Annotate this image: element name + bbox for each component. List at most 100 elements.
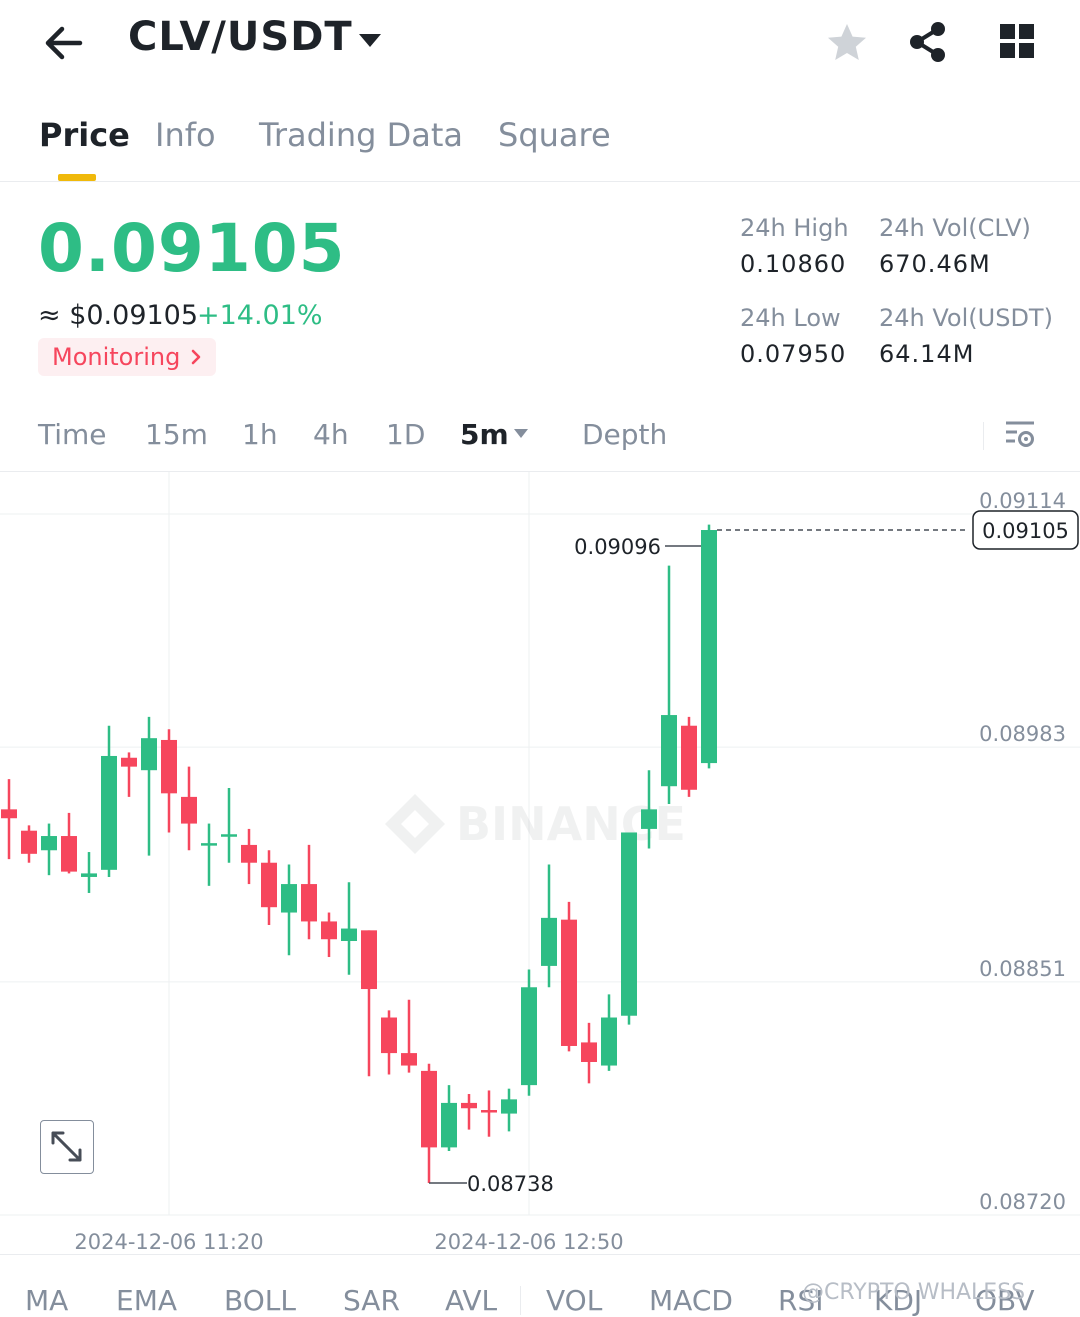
- divider: [983, 422, 984, 450]
- monitoring-tag[interactable]: Monitoring: [38, 338, 217, 376]
- stat-vol-quote-label: 24h Vol(USDT): [879, 304, 1053, 332]
- candle: [501, 1088, 517, 1132]
- candle-body: [281, 884, 297, 913]
- last-price: 0.09105: [38, 210, 346, 287]
- stat-low-value: 0.07950: [740, 340, 847, 368]
- expand-chart-button[interactable]: [40, 1120, 94, 1174]
- grid-icon[interactable]: [998, 22, 1036, 60]
- candle-body: [261, 862, 277, 908]
- interval-1h[interactable]: 1h: [242, 418, 278, 451]
- candle-body: [141, 738, 157, 771]
- min-price-label: 0.08738: [467, 1172, 554, 1196]
- monitoring-label: Monitoring: [52, 343, 181, 371]
- star-icon[interactable]: [826, 22, 868, 64]
- candlestick-chart[interactable]: BINANCE 0.091050.090960.08738 0.091140.0…: [0, 472, 1080, 1254]
- candle-body: [81, 873, 97, 877]
- stat-vol-base-label: 24h Vol(CLV): [879, 214, 1031, 242]
- candle-body: [201, 843, 217, 846]
- candle: [161, 729, 177, 833]
- interval-4h[interactable]: 4h: [313, 418, 349, 451]
- candle-body: [661, 715, 677, 787]
- candle: [481, 1090, 497, 1137]
- indicator-boll[interactable]: BOLL: [224, 1284, 296, 1317]
- indicator-macd[interactable]: MACD: [649, 1284, 733, 1317]
- candle-body: [241, 844, 257, 863]
- interval-depth[interactable]: Depth: [582, 418, 667, 451]
- indicator-ma[interactable]: MA: [25, 1284, 68, 1317]
- current-price-label: 0.09105: [982, 519, 1069, 543]
- candle-body: [421, 1070, 437, 1148]
- candle-body: [701, 530, 717, 764]
- candle-body: [461, 1102, 477, 1109]
- x-axis: 2024-12-06 11:20 2024-12-06 12:50: [74, 1230, 623, 1254]
- candle-body: [521, 987, 537, 1086]
- indicator-avl[interactable]: AVL: [445, 1284, 497, 1317]
- indicator-ema[interactable]: EMA: [116, 1284, 177, 1317]
- candle-body: [601, 1017, 617, 1066]
- y-axis: 0.09114 0.08983 0.08851 0.08720: [979, 489, 1066, 1214]
- interval-1d[interactable]: 1D: [386, 418, 425, 451]
- indicator-vol[interactable]: VOL: [546, 1284, 602, 1317]
- candle-body: [61, 836, 77, 872]
- candle-body: [441, 1102, 457, 1148]
- candle: [361, 930, 377, 1077]
- candle-body: [501, 1099, 517, 1114]
- candle: [81, 852, 97, 893]
- candle: [441, 1085, 457, 1151]
- candle-body: [321, 921, 337, 940]
- candle-body: [161, 739, 177, 794]
- candle: [681, 716, 697, 797]
- candle-body: [681, 725, 697, 790]
- candle-body: [301, 884, 317, 922]
- candle: [221, 787, 237, 863]
- stat-high-value: 0.10860: [740, 250, 847, 278]
- candle: [101, 725, 117, 877]
- watermark-handle: @CRYPTO WHALESS: [802, 1280, 1026, 1305]
- candle: [21, 825, 37, 863]
- candle: [301, 844, 317, 940]
- candle-body: [21, 830, 37, 854]
- tab-info[interactable]: Info: [155, 116, 216, 154]
- interval-15m[interactable]: 15m: [145, 418, 208, 451]
- x-tick-label: 2024-12-06 12:50: [434, 1230, 623, 1254]
- tab-square[interactable]: Square: [498, 116, 611, 154]
- interval-5m[interactable]: 5m: [460, 418, 509, 451]
- candle: [601, 994, 617, 1071]
- candle: [181, 766, 197, 851]
- y-tick-label: 0.08720: [979, 1190, 1066, 1214]
- candle-body: [541, 917, 557, 966]
- trading-pair-title[interactable]: CLV/USDT: [128, 14, 353, 60]
- candle-body: [1, 809, 17, 819]
- y-tick-label: 0.09114: [979, 489, 1066, 513]
- candle-body: [361, 930, 377, 990]
- y-tick-label: 0.08983: [979, 722, 1066, 746]
- candle-body: [581, 1042, 597, 1062]
- indicator-sar[interactable]: SAR: [343, 1284, 400, 1317]
- candle: [1, 779, 17, 860]
- divider: [520, 1286, 521, 1315]
- max-price-label: 0.09096: [574, 535, 661, 559]
- expand-icon: [51, 1131, 82, 1162]
- candle: [61, 812, 77, 874]
- caret-down-icon[interactable]: [513, 428, 529, 439]
- candle-body: [401, 1053, 417, 1066]
- candle: [201, 823, 217, 886]
- fiat-price: ≈ $0.09105: [38, 300, 199, 331]
- interval-time[interactable]: Time: [38, 418, 107, 451]
- candle-body: [481, 1110, 497, 1113]
- candle: [661, 565, 677, 805]
- share-icon[interactable]: [906, 20, 950, 64]
- divider: [0, 1254, 1080, 1255]
- back-arrow-icon[interactable]: [40, 20, 86, 66]
- caret-down-icon[interactable]: [358, 32, 382, 48]
- stat-vol-quote-value: 64.14M: [879, 340, 975, 368]
- candle: [461, 1094, 477, 1130]
- tab-trading-data[interactable]: Trading Data: [259, 116, 463, 154]
- tab-price[interactable]: Price: [39, 116, 130, 154]
- active-tab-indicator: [58, 174, 96, 181]
- candle: [701, 524, 717, 769]
- candle-body: [381, 1017, 397, 1054]
- chart-settings-icon[interactable]: [1003, 418, 1037, 452]
- candle-body: [221, 834, 237, 837]
- candle: [561, 901, 577, 1052]
